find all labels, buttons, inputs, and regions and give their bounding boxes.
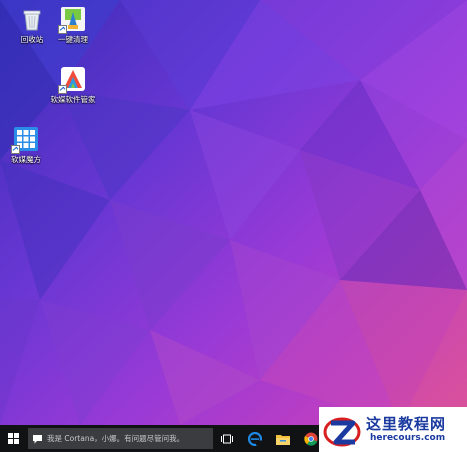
- start-button[interactable]: [0, 425, 26, 452]
- search-placeholder: 我是 Cortana，小娜。有问题尽管问我。: [47, 434, 185, 443]
- watermark-title: 这里教程网: [366, 414, 447, 433]
- rubik-cube-label: 软媒魔方: [11, 155, 41, 164]
- chrome-icon: [304, 432, 318, 446]
- cortana-chat-icon: [33, 434, 42, 443]
- software-manager-label: 软媒软件管家: [50, 95, 96, 104]
- watermark-logo-icon: [323, 417, 361, 446]
- file-explorer-taskbar-button[interactable]: [269, 425, 297, 452]
- desktop: 回收站 一键清理 软媒软件管家 软媒魔方 我是 Cortana，小娜。有问题尽管…: [0, 0, 467, 452]
- shortcut-arrow-icon: [58, 85, 67, 94]
- file-explorer-icon: [276, 434, 290, 445]
- rubik-cube-shortcut[interactable]: 软媒魔方: [0, 126, 58, 164]
- task-view-button[interactable]: [213, 425, 241, 452]
- task-view-icon: [221, 434, 233, 443]
- broom-cleaner-icon: [58, 6, 86, 34]
- site-watermark: 这里教程网 herecours.com: [319, 407, 467, 452]
- watermark-url: herecours.com: [370, 432, 446, 443]
- windows-logo-icon: [7, 433, 19, 444]
- one-click-clean-label: 一键清理: [58, 35, 88, 44]
- software-manager-icon: [58, 66, 86, 94]
- one-click-clean-shortcut[interactable]: 一键清理: [41, 6, 105, 44]
- edge-taskbar-button[interactable]: [241, 425, 269, 452]
- shortcut-arrow-icon: [11, 145, 20, 154]
- software-manager-shortcut[interactable]: 软媒软件管家: [41, 66, 105, 104]
- shortcut-arrow-icon: [58, 25, 67, 34]
- cortana-search-box[interactable]: 我是 Cortana，小娜。有问题尽管问我。: [28, 428, 213, 449]
- edge-browser-icon: [248, 431, 262, 446]
- rubik-cube-icon: [11, 126, 39, 154]
